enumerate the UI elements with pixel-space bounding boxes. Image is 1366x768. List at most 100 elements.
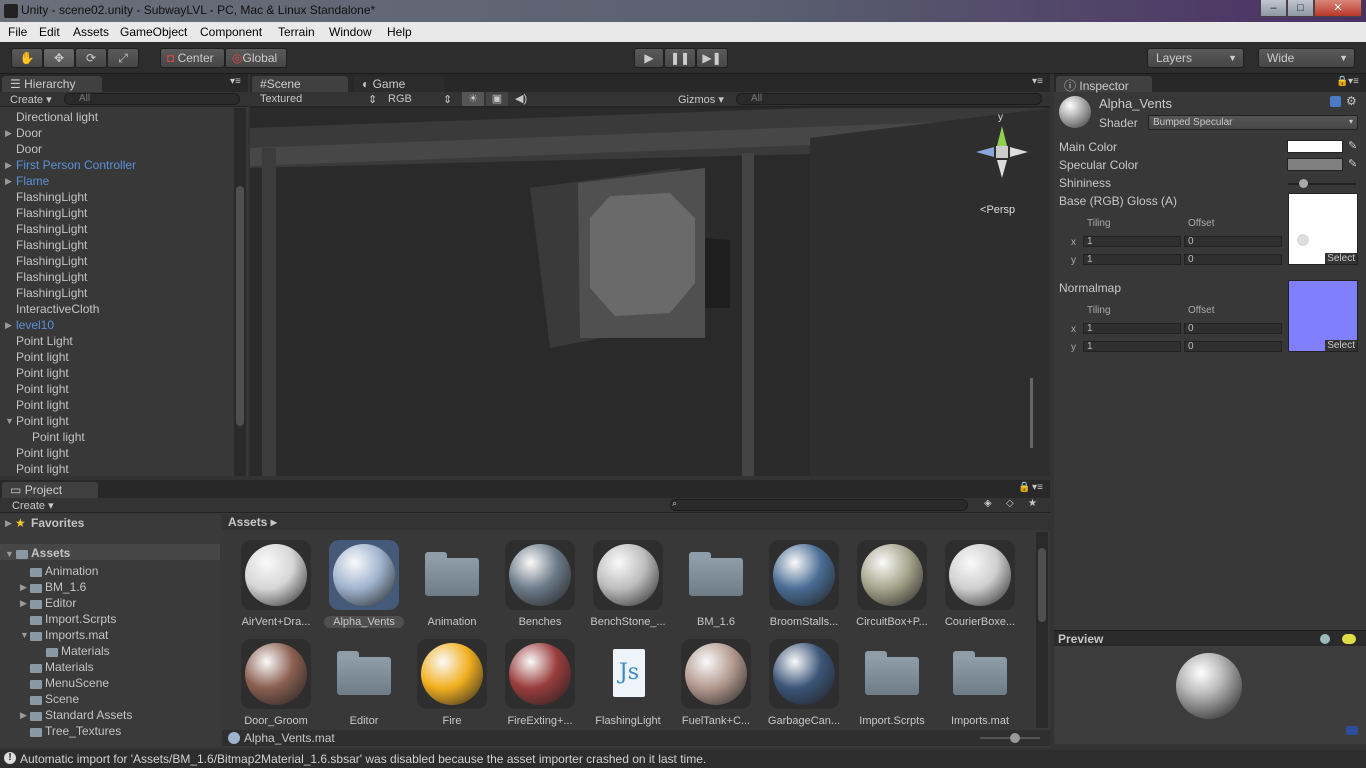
tree-folder-item[interactable]: Materials: [61, 644, 110, 658]
tab-scene[interactable]: #Scene: [252, 76, 348, 92]
tree-folder-item[interactable]: Tree_Textures: [45, 724, 121, 738]
expand-arrow-icon[interactable]: ▶: [20, 598, 27, 609]
hierarchy-item[interactable]: Point light: [0, 445, 234, 461]
eyedropper-icon[interactable]: ✎: [1348, 157, 1357, 170]
base-texture-select-button[interactable]: Select: [1325, 253, 1357, 264]
scene-lighting-toggle[interactable]: ☀: [462, 92, 484, 106]
gear-icon[interactable]: ⚙: [1346, 94, 1357, 108]
tree-folder-item[interactable]: Materials: [45, 660, 94, 674]
asset-item[interactable]: CourierBoxe...: [940, 540, 1020, 628]
shininess-slider-track[interactable]: [1288, 183, 1356, 185]
shader-dropdown[interactable]: Bumped Specular ▾: [1148, 115, 1358, 130]
asset-item[interactable]: CircuitBox+P...: [852, 540, 932, 628]
lock-icon[interactable]: 🔒: [1336, 76, 1348, 87]
normal-y-offset-field[interactable]: 0: [1184, 341, 1282, 352]
specular-color-swatch[interactable]: [1287, 158, 1343, 171]
tree-folder-item[interactable]: Animation: [45, 564, 98, 578]
tree-assets[interactable]: Assets: [31, 546, 70, 560]
expand-arrow-icon[interactable]: ▶: [20, 582, 27, 593]
preview-settings-icon[interactable]: [1346, 726, 1358, 735]
expand-arrow-icon[interactable]: ▶: [5, 173, 12, 189]
asset-item[interactable]: BenchStone_...: [588, 540, 668, 628]
collapse-arrow-icon[interactable]: ▼: [5, 549, 14, 559]
asset-item[interactable]: GarbageCan...: [764, 639, 844, 727]
hierarchy-scroll-thumb[interactable]: [236, 186, 244, 426]
menu-edit[interactable]: Edit: [39, 25, 60, 39]
asset-grid-scrollbar[interactable]: [1036, 532, 1048, 728]
tree-folder-item[interactable]: Editor: [45, 596, 76, 610]
normal-x-offset-field[interactable]: 0: [1184, 323, 1282, 334]
normalmap-select-button[interactable]: Select: [1325, 340, 1357, 351]
hierarchy-item[interactable]: Point light: [0, 381, 234, 397]
asset-grid-scroll-thumb[interactable]: [1038, 548, 1046, 622]
render-mode-dropdown[interactable]: Textured: [260, 93, 302, 105]
expand-arrow-icon[interactable]: ▶: [5, 317, 12, 333]
rotate-tool-button[interactable]: ⟳: [75, 48, 107, 68]
normal-x-tiling-field[interactable]: 1: [1083, 323, 1181, 334]
hierarchy-item[interactable]: FlashingLight: [0, 205, 234, 221]
scale-tool-button[interactable]: ⤢: [107, 48, 139, 68]
menu-assets[interactable]: Assets: [73, 25, 109, 39]
expand-arrow-icon[interactable]: ▶: [5, 518, 12, 529]
asset-item[interactable]: Import.Scrpts: [852, 639, 932, 727]
asset-item[interactable]: Door_Groom: [236, 639, 316, 727]
hierarchy-item[interactable]: Point light: [0, 349, 234, 365]
hierarchy-item[interactable]: ▶ First Person Controller: [0, 157, 234, 173]
asset-item[interactable]: Alpha_Vents: [324, 540, 404, 628]
panel-menu-icon[interactable]: ▾≡: [1032, 76, 1043, 87]
asset-item[interactable]: Fire: [412, 639, 492, 727]
project-search-input[interactable]: [670, 499, 968, 511]
base-y-offset-field[interactable]: 0: [1184, 254, 1282, 265]
perspective-toggle[interactable]: <Persp: [980, 204, 1015, 216]
pivot-center-toggle[interactable]: ◘ Center: [160, 48, 225, 68]
scene-viewport[interactable]: y <Persp: [250, 108, 1050, 476]
hierarchy-item[interactable]: FlashingLight: [0, 269, 234, 285]
panel-menu-icon[interactable]: ▾≡: [230, 76, 241, 87]
status-bar[interactable]: ! Automatic import for 'Assets/BM_1.6/Bi…: [0, 750, 1366, 768]
hierarchy-item[interactable]: ▼ Point light: [0, 413, 234, 429]
asset-item[interactable]: Js FlashingLight: [588, 639, 668, 727]
layout-dropdown[interactable]: Wide ▼: [1258, 48, 1355, 68]
hierarchy-scrollbar[interactable]: [234, 108, 246, 476]
audio-toggle[interactable]: ◀): [515, 92, 527, 105]
space-global-toggle[interactable]: ◎Global: [225, 48, 287, 68]
asset-item[interactable]: Benches: [500, 540, 580, 628]
filter-by-type-icon[interactable]: ◈: [984, 498, 992, 509]
hierarchy-item[interactable]: Point light: [0, 429, 234, 445]
menu-file[interactable]: File: [8, 25, 27, 39]
hierarchy-item[interactable]: FlashingLight: [0, 285, 234, 301]
asset-item[interactable]: Editor: [324, 639, 404, 727]
asset-item[interactable]: FireExting+...: [500, 639, 580, 727]
tree-folder-item[interactable]: BM_1.6: [45, 580, 86, 594]
play-button[interactable]: ▶: [634, 48, 664, 68]
hierarchy-item[interactable]: Point light: [0, 461, 234, 476]
menu-gameobject[interactable]: GameObject: [120, 25, 187, 39]
expand-arrow-icon[interactable]: ▼: [5, 413, 14, 429]
expand-arrow-icon[interactable]: ▶: [5, 125, 12, 141]
close-button[interactable]: ✕: [1314, 0, 1362, 17]
hand-tool-button[interactable]: ✋: [11, 48, 43, 68]
pause-button[interactable]: ❚❚: [664, 48, 696, 68]
asset-item[interactable]: FuelTank+C...: [676, 639, 756, 727]
hierarchy-item[interactable]: FlashingLight: [0, 221, 234, 237]
tree-folder-item[interactable]: MenuScene: [45, 676, 109, 690]
preview-light-toggle-icon[interactable]: [1342, 634, 1356, 644]
lock-icon[interactable]: 🔒: [1018, 482, 1030, 493]
asset-item[interactable]: AirVent+Dra...: [236, 540, 316, 628]
panel-menu-icon[interactable]: ▾≡: [1032, 482, 1043, 493]
move-tool-button[interactable]: ✥: [43, 48, 75, 68]
hierarchy-search-input[interactable]: All: [64, 93, 240, 105]
expand-arrow-icon[interactable]: ▶: [5, 157, 12, 173]
hierarchy-item[interactable]: ▶ Flame: [0, 173, 234, 189]
help-icon[interactable]: [1330, 96, 1341, 107]
hierarchy-item[interactable]: FlashingLight: [0, 237, 234, 253]
hierarchy-item[interactable]: Directional light: [0, 109, 234, 125]
tree-folder-item[interactable]: Standard Assets: [45, 708, 132, 722]
hierarchy-item[interactable]: Point light: [0, 365, 234, 381]
preview-sphere-toggle-icon[interactable]: [1320, 634, 1330, 644]
hierarchy-item[interactable]: FlashingLight: [0, 189, 234, 205]
star-icon[interactable]: ★: [1028, 498, 1037, 509]
main-color-swatch[interactable]: [1287, 140, 1343, 153]
tab-project[interactable]: ▭ Project: [2, 482, 98, 498]
menu-terrain[interactable]: Terrain: [278, 25, 315, 39]
